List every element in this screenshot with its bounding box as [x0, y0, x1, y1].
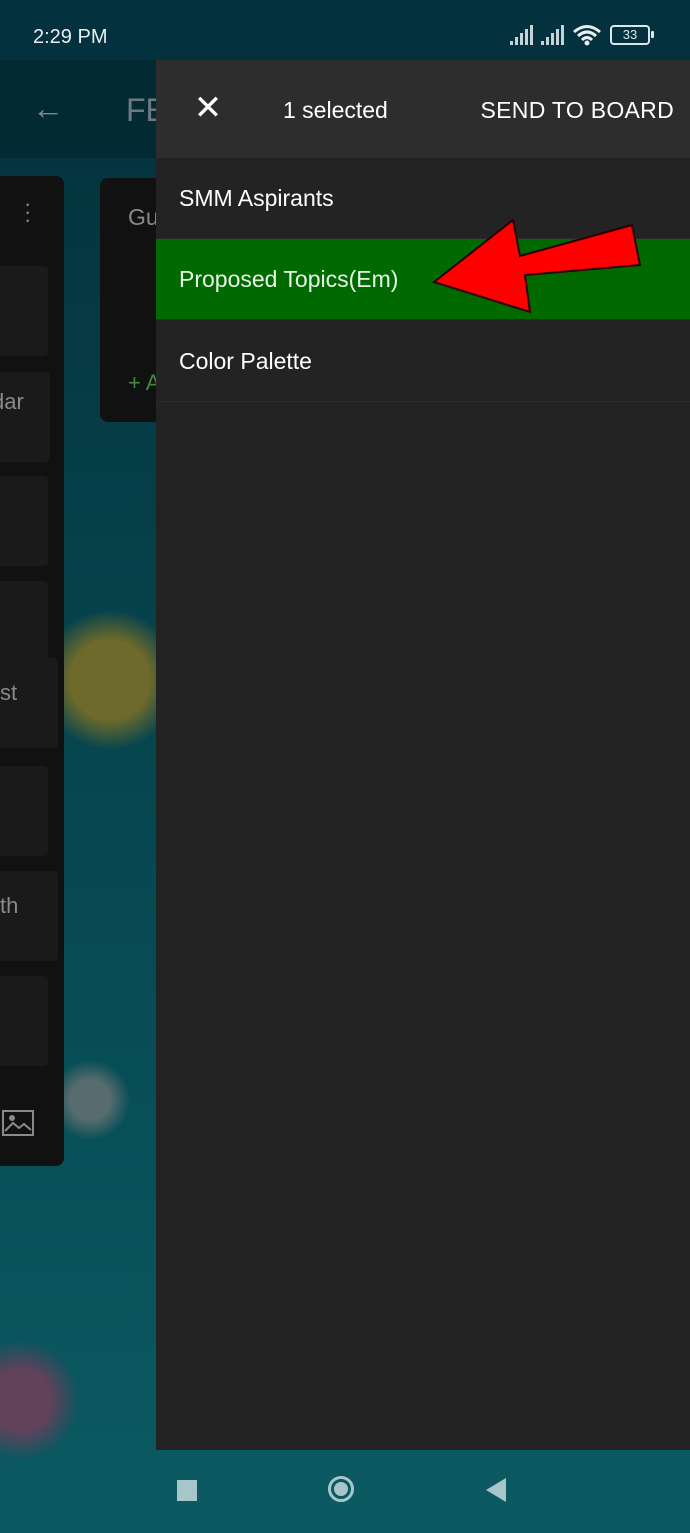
- selected-count: 1 selected: [283, 97, 388, 123]
- battery-icon: 33: [610, 25, 654, 45]
- board-item-color-palette[interactable]: Color Palette: [156, 321, 690, 402]
- recent-apps-icon[interactable]: [177, 1480, 197, 1501]
- home-icon[interactable]: [328, 1476, 354, 1502]
- card[interactable]: [0, 766, 48, 856]
- card[interactable]: [0, 266, 48, 356]
- send-to-board-panel: ✕ 1 selected SEND TO BOARD SMM Aspirants…: [156, 60, 690, 1450]
- image-icon[interactable]: [2, 1110, 34, 1136]
- card-title-partial: th: [0, 893, 19, 918]
- card[interactable]: [0, 976, 48, 1066]
- close-icon[interactable]: ✕: [188, 88, 228, 128]
- signal-icon: [541, 25, 564, 45]
- card-title-partial: st: [0, 680, 18, 705]
- navigation-bar: [0, 1450, 690, 1533]
- signal-icon: [510, 25, 533, 45]
- send-to-board-button[interactable]: SEND TO BOARD: [481, 97, 674, 124]
- card[interactable]: th: [0, 871, 58, 961]
- status-bar: 2:29 PM 33: [0, 0, 690, 60]
- board-item-proposed-topics[interactable]: Proposed Topics(Em): [156, 239, 690, 320]
- list-title-partial: Gu: [128, 204, 159, 230]
- wifi-icon: [573, 25, 601, 46]
- card[interactable]: [0, 476, 48, 566]
- panel-header: ✕ 1 selected SEND TO BOARD: [156, 60, 690, 158]
- status-icons: 33: [510, 24, 654, 46]
- card-title-partial: dar: [0, 389, 24, 414]
- status-time: 2:29 PM: [33, 26, 108, 48]
- back-icon[interactable]: [486, 1478, 506, 1502]
- list-column: ··· dar st th: [0, 176, 64, 1166]
- card[interactable]: dar: [0, 372, 50, 462]
- card[interactable]: [0, 581, 48, 661]
- board-item-smm-aspirants[interactable]: SMM Aspirants: [156, 158, 690, 239]
- card[interactable]: st: [0, 658, 58, 748]
- back-arrow-icon[interactable]: ←: [32, 90, 64, 127]
- more-options-icon[interactable]: · · ·: [24, 193, 31, 231]
